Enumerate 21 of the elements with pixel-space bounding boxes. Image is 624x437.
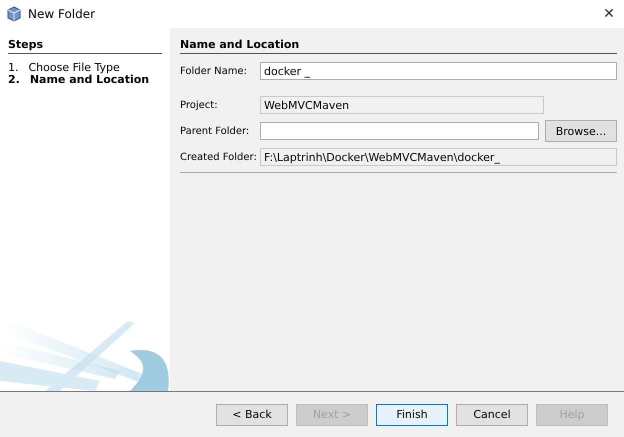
readonly-field: WebMVCMaven — [260, 96, 544, 114]
field-label: Project: — [180, 100, 219, 110]
dialog-button[interactable]: Cancel — [456, 404, 528, 426]
dialog-button[interactable]: Finish — [376, 404, 448, 426]
field-label: Created Folder: — [180, 152, 258, 162]
close-icon[interactable]: ✕ — [594, 6, 624, 22]
step-number: 1. — [8, 62, 18, 74]
app-icon — [6, 6, 22, 22]
field-label: Folder Name: — [180, 66, 248, 76]
window-title: New Folder — [28, 7, 96, 21]
step-label: Name and Location — [30, 74, 150, 86]
readonly-field: F:\Laptrinh\Docker\WebMVCMaven\docker_ — [260, 148, 617, 166]
field-label: Parent Folder: — [180, 126, 250, 136]
dialog-button[interactable]: < Back — [216, 404, 288, 426]
section-heading: Name and Location — [180, 38, 617, 54]
browse-button[interactable]: Browse... — [545, 120, 617, 142]
step-label: Choose File Type — [28, 62, 120, 74]
input-field[interactable] — [260, 122, 539, 140]
step-number: 2. — [8, 74, 20, 86]
input-field[interactable]: docker _ — [260, 62, 617, 80]
steps-heading: Steps — [8, 38, 162, 54]
